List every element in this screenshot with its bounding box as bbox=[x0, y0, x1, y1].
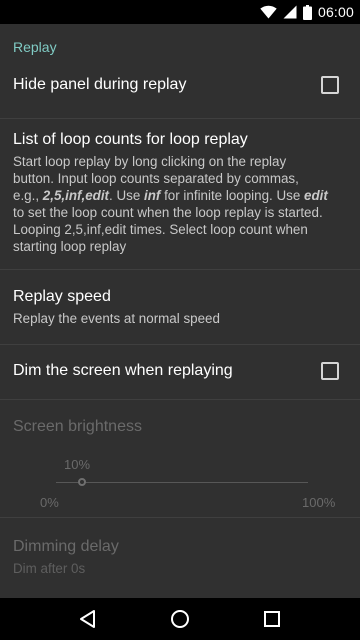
pref-summary: Replay the events at normal speed bbox=[13, 311, 220, 326]
pref-title: List of loop counts for loop replay bbox=[13, 131, 248, 148]
pref-dim-screen[interactable]: Dim the screen when replaying bbox=[0, 345, 360, 399]
wifi-icon bbox=[260, 5, 277, 19]
slider-min-label: 0% bbox=[40, 495, 59, 510]
slider-value-label: 10% bbox=[64, 457, 91, 472]
category-header-replay: Replay bbox=[13, 39, 57, 55]
battery-icon bbox=[302, 4, 312, 20]
summary-line: Looping 2,5,inf,edit times. Select loop … bbox=[13, 222, 308, 237]
home-icon[interactable] bbox=[160, 599, 200, 639]
slider-max-label: 100% bbox=[302, 495, 336, 510]
navigation-bar bbox=[0, 598, 360, 640]
summary-line: to set the loop count when the loop repl… bbox=[13, 205, 323, 220]
pref-replay-speed[interactable]: Replay speed Replay the events at normal… bbox=[0, 270, 360, 344]
pref-dimming-delay: Dimming delay Dim after 0s bbox=[0, 518, 360, 598]
pref-title: Dim the screen when replaying bbox=[13, 362, 233, 379]
pref-loop-counts[interactable]: List of loop counts for loop replay Star… bbox=[0, 119, 360, 269]
back-icon[interactable] bbox=[68, 599, 108, 639]
recents-icon[interactable] bbox=[252, 599, 292, 639]
dim-screen-checkbox[interactable] bbox=[321, 362, 339, 380]
pref-title: Dimming delay bbox=[13, 538, 119, 555]
pref-title: Replay speed bbox=[13, 288, 111, 305]
pref-title: Hide panel during replay bbox=[13, 76, 187, 93]
edit-keyword: edit bbox=[304, 188, 328, 203]
example-loop-counts: 2,5,inf,edit bbox=[42, 188, 110, 203]
summary-line: e.g., 2,5,inf,edit. Use inf for infinite… bbox=[13, 188, 328, 203]
hide-panel-checkbox[interactable] bbox=[321, 76, 339, 94]
pref-summary: Start loop replay by long clicking on th… bbox=[13, 153, 353, 255]
signal-icon bbox=[283, 5, 297, 19]
pref-hide-panel[interactable]: Hide panel during replay bbox=[0, 64, 360, 108]
brightness-slider-thumb bbox=[78, 478, 86, 486]
summary-line: Start loop replay by long clicking on th… bbox=[13, 154, 287, 169]
preferences-list: Replay Hide panel during replay List of … bbox=[0, 24, 360, 598]
summary-line: starting loop replay bbox=[13, 239, 127, 254]
status-bar: 06:00 bbox=[0, 0, 360, 24]
summary-line: button. Input loop counts separated by c… bbox=[13, 171, 299, 186]
inf-keyword: inf bbox=[144, 188, 161, 203]
status-time: 06:00 bbox=[317, 4, 354, 20]
pref-summary: Dim after 0s bbox=[13, 561, 86, 576]
pref-title: Screen brightness bbox=[13, 418, 142, 435]
brightness-slider-track bbox=[56, 482, 308, 483]
